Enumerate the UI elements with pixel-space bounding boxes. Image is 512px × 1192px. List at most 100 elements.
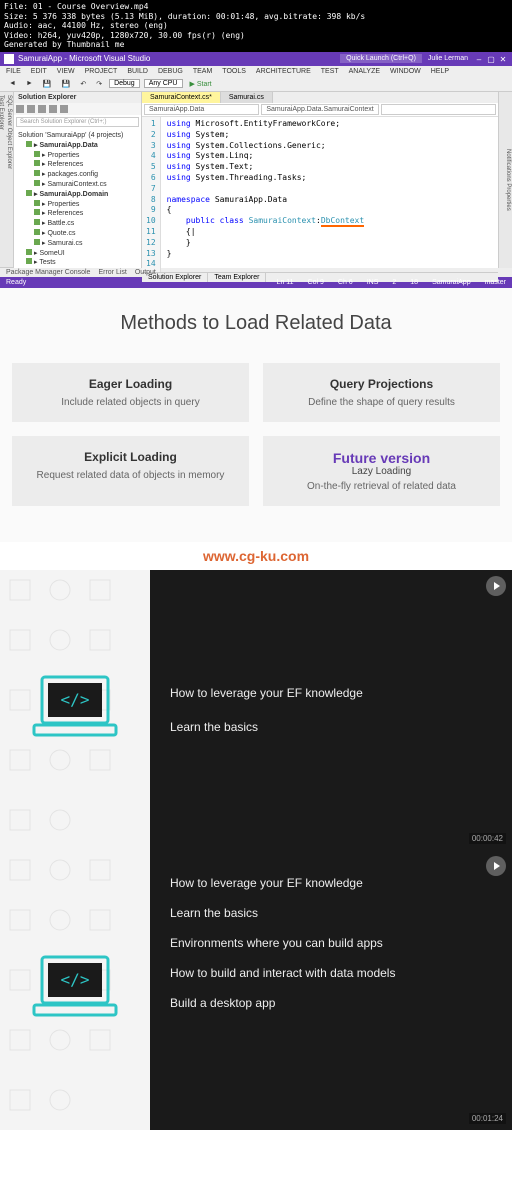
status-errors[interactable]: 2 — [392, 279, 396, 286]
menu-team[interactable]: TEAM — [193, 68, 212, 75]
pkg-console-tab[interactable]: Package Manager Console — [6, 269, 90, 276]
play-button-icon[interactable] — [486, 856, 506, 876]
menu-architecture[interactable]: ARCHITECTURE — [256, 68, 311, 75]
properties-icon[interactable] — [60, 105, 68, 113]
notifications-tab[interactable]: Notifications — [505, 149, 511, 182]
menu-test[interactable]: TEST — [321, 68, 339, 75]
collapse-icon[interactable] — [38, 105, 46, 113]
bullet-item: How to leverage your EF knowledge — [170, 876, 492, 890]
card-title: Query Projections — [273, 377, 490, 391]
properties-tab[interactable]: Properties — [505, 183, 511, 210]
meta-video: Video: h264, yuv420p, 1280x720, 30.00 fp… — [4, 31, 508, 41]
menu-file[interactable]: FILE — [6, 68, 21, 75]
redo-button[interactable]: ↷ — [93, 79, 105, 89]
minimize-button[interactable]: – — [474, 55, 484, 63]
bullet-item: How to build and interact with data mode… — [170, 966, 492, 980]
solution-search-input[interactable]: Search Solution Explorer (Ctrl+;) — [16, 117, 139, 127]
menu-tools[interactable]: TOOLS — [222, 68, 246, 75]
tree-item[interactable]: ▸ SamuraiApp.Domain — [18, 190, 137, 200]
maximize-button[interactable]: ▢ — [486, 55, 496, 63]
right-tool-tabs: Notifications Properties — [498, 92, 512, 268]
solution-explorer-panel: Solution Explorer Search Solution Explor… — [14, 92, 142, 268]
save-all-button[interactable]: 💾 — [59, 79, 74, 89]
play-button-icon[interactable] — [486, 576, 506, 596]
tree-item[interactable]: ▸ Properties — [18, 200, 137, 210]
tree-item[interactable]: ▸ packages.config — [18, 170, 137, 180]
bullet-item: Learn the basics — [170, 906, 492, 920]
menu-edit[interactable]: EDIT — [31, 68, 47, 75]
svg-text:</>: </> — [61, 690, 90, 709]
nav-project-dropdown[interactable]: SamuraiApp.Data — [144, 104, 259, 115]
timestamp: 00:01:24 — [469, 1113, 506, 1124]
undo-button[interactable]: ↶ — [77, 79, 89, 89]
tree-item[interactable]: ▸ References — [18, 209, 137, 219]
visual-studio-window: SamuraiApp - Microsoft Visual Studio Qui… — [0, 52, 512, 288]
status-bar: Ready Ln 11 Col 9 Ch 6 INS 2 18 SamuraiA… — [0, 277, 512, 288]
tree-item[interactable]: ▸ Properties — [18, 151, 137, 161]
error-list-tab[interactable]: Error List — [98, 269, 126, 276]
refresh-icon[interactable] — [27, 105, 35, 113]
start-button[interactable]: ▶ Start — [187, 79, 215, 89]
timestamp: 00:00:42 — [469, 833, 506, 844]
menu-help[interactable]: HELP — [431, 68, 449, 75]
menu-debug[interactable]: DEBUG — [158, 68, 183, 75]
nav-class-dropdown[interactable]: SamuraiApp.Data.SamuraiContext — [261, 104, 378, 115]
menu-analyze[interactable]: ANALYZE — [349, 68, 380, 75]
test-explorer-tab[interactable]: Test Explorer — [0, 92, 5, 268]
tree-item[interactable]: ▸ Battle.cs — [18, 219, 137, 229]
slide-bullets: How to leverage your EF knowledge Learn t… — [150, 850, 512, 1130]
tree-item[interactable]: ▸ Samurai.cs — [18, 239, 137, 249]
tree-item[interactable]: ▸ Quote.cs — [18, 229, 137, 239]
platform-dropdown[interactable]: Any CPU — [144, 79, 183, 88]
tree-item[interactable]: ▸ SomeUI — [18, 249, 137, 259]
bullet-item: Environments where you can build apps — [170, 936, 492, 950]
output-tab[interactable]: Output — [135, 269, 156, 276]
save-button[interactable]: 💾 — [40, 79, 55, 89]
nav-member-dropdown[interactable] — [381, 104, 496, 115]
titlebar[interactable]: SamuraiApp - Microsoft Visual Studio Qui… — [0, 52, 512, 66]
bullet-item: Build a desktop app — [170, 996, 492, 1010]
home-icon[interactable] — [16, 105, 24, 113]
menu-build[interactable]: BUILD — [127, 68, 148, 75]
close-button[interactable]: ✕ — [498, 55, 508, 63]
card-title: Explicit Loading — [22, 450, 239, 464]
show-all-icon[interactable] — [49, 105, 57, 113]
nav-back-button[interactable]: ◄ — [6, 79, 19, 88]
status-branch[interactable]: master — [485, 279, 506, 286]
bullet-item: How to leverage your EF knowledge — [170, 686, 492, 700]
editor-tabs: SamuraiContext.cs* Samurai.cs — [142, 92, 498, 103]
nav-fwd-button[interactable]: ► — [23, 79, 36, 88]
status-warnings[interactable]: 18 — [410, 279, 418, 286]
menu-window[interactable]: WINDOW — [390, 68, 421, 75]
status-ins: INS — [367, 279, 379, 286]
nav-bar: SamuraiApp.Data SamuraiApp.Data.SamuraiC… — [142, 103, 498, 117]
code-lines[interactable]: using Microsoft.EntityFrameworkCore;usin… — [161, 117, 371, 272]
quick-launch-input[interactable]: Quick Launch (Ctrl+Q) — [340, 54, 422, 63]
card-projections: Query Projections Define the shape of qu… — [263, 363, 500, 422]
menu-view[interactable]: VIEW — [57, 68, 75, 75]
tab-samurai[interactable]: Samurai.cs — [221, 92, 273, 103]
solution-root[interactable]: Solution 'SamuraiApp' (4 projects) — [18, 131, 137, 141]
laptop-icon: </> — [30, 952, 120, 1027]
tab-samuraicontext[interactable]: SamuraiContext.cs* — [142, 92, 221, 103]
menu-project[interactable]: PROJECT — [85, 68, 118, 75]
tree-item[interactable]: ▸ References — [18, 160, 137, 170]
meta-size: Size: 5 376 338 bytes (5.13 MiB), durati… — [4, 12, 508, 22]
user-name[interactable]: Julie Lerman — [428, 55, 468, 62]
dark-slide-2: </> How to leverage your EF knowledge Lea… — [0, 850, 512, 1130]
solution-tree: Solution 'SamuraiApp' (4 projects) ▸ Sam… — [14, 129, 141, 270]
code-editor[interactable]: 1234567891011121314 using Microsoft.Enti… — [142, 117, 498, 272]
future-label: Future version — [273, 450, 490, 466]
status-ch: Ch 6 — [338, 279, 353, 286]
tree-item[interactable]: ▸ Tests — [18, 258, 137, 268]
tree-item[interactable]: ▸ SamuraiContext.cs — [18, 180, 137, 190]
status-line: Ln 11 — [277, 279, 294, 286]
card-title: Lazy Loading — [273, 466, 490, 477]
toolbar: ◄ ► 💾 💾 ↶ ↷ Debug Any CPU ▶ Start — [0, 77, 512, 92]
meta-file: File: 01 - Course Overview.mp4 — [4, 2, 508, 12]
tree-item[interactable]: ▸ SamuraiApp.Data — [18, 141, 137, 151]
status-project: SamuraiApp — [432, 279, 471, 286]
window-title: SamuraiApp - Microsoft Visual Studio — [18, 54, 150, 63]
sql-explorer-tab[interactable]: SQL Server Object Explorer — [5, 92, 13, 268]
config-dropdown[interactable]: Debug — [109, 79, 140, 88]
